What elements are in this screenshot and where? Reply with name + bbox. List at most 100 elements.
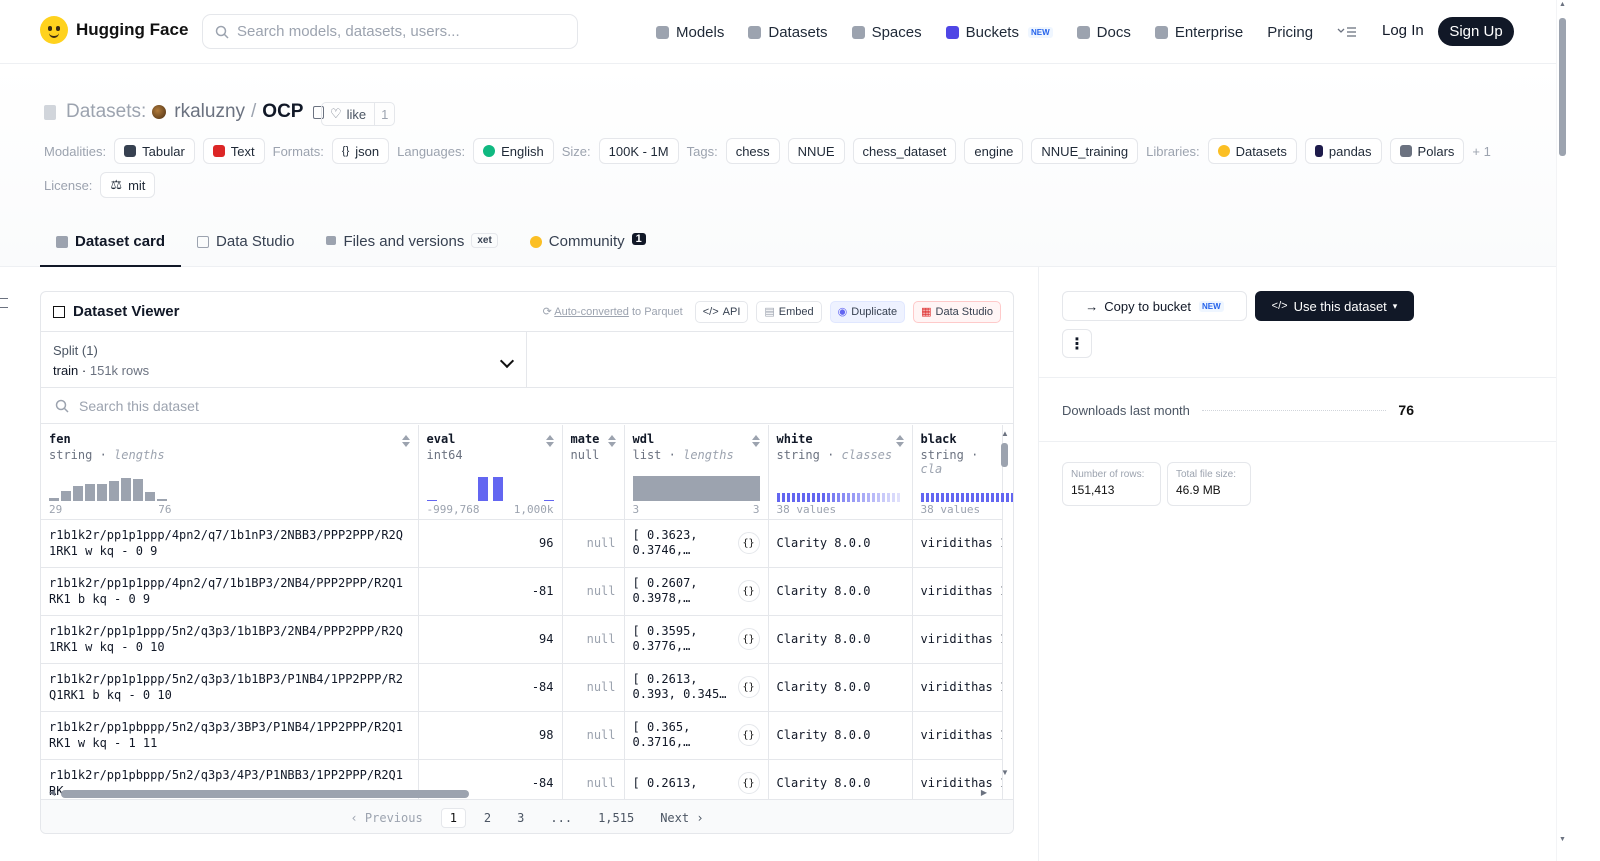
cell-mate[interactable]: null [562,711,625,760]
table-horizontal-scrollbar[interactable]: ◀ ▶ [49,788,999,799]
tab-dataset-card[interactable]: Dataset card [40,230,182,267]
cell-fen[interactable]: r1b1k2r/pp1p1ppp/5n2/q3p3/1b1BP3/P1NB4/1… [41,663,419,712]
cell-mate[interactable]: null [562,615,625,664]
page-button[interactable]: 1,515 [590,809,642,827]
cell-white[interactable]: Clarity 8.0.0 [768,519,913,568]
dataset-name[interactable]: OCP [262,101,303,123]
cell-eval[interactable]: 94 [418,615,563,664]
cell-fen[interactable]: r1b1k2r/pp1pbppp/5n2/q3p3/3BP3/P1NB4/1PP… [41,711,419,760]
sort-icon[interactable] [895,435,904,447]
cell-black[interactable]: viridithas 1 [912,663,1003,712]
global-search-input[interactable]: Search models, datasets, users... [202,14,578,49]
tab-data-studio[interactable]: Data Studio [181,230,310,267]
expand-json-icon[interactable]: {} [737,580,760,602]
tab-community[interactable]: Community 1 [514,230,662,267]
tag-tabular[interactable]: Tabular [114,138,195,164]
cell-eval[interactable]: 98 [418,711,563,760]
cell-black[interactable]: viridithas 1 [912,615,1003,664]
table-vertical-scrollbar[interactable]: ▲ ▼ [1001,429,1009,777]
nav-models[interactable]: Models [656,24,724,41]
column-header-eval[interactable]: eval int64 -999,768 1,000k [418,425,563,520]
column-header-fen[interactable]: fen string · lengths 29 76 [41,425,419,520]
next-page-button[interactable]: Next › [652,809,711,827]
table-row[interactable]: r1b1k2r/pp1p1ppp/5n2/q3p3/1b1BP3/P1NB4/1… [41,663,1003,712]
tag-nnue-training[interactable]: NNUE_training [1031,138,1139,164]
column-header-wdl[interactable]: wdl list · lengths 33 [624,425,769,520]
cell-mate[interactable]: null [562,663,625,712]
cell-white[interactable]: Clarity 8.0.0 [768,615,913,664]
cell-white[interactable]: Clarity 8.0.0 [768,567,913,616]
tag-nnue[interactable]: NNUE [787,138,845,164]
nav-docs[interactable]: Docs [1076,24,1131,41]
more-menu-button[interactable] [1337,26,1357,38]
table-row[interactable]: r1b1k2r/pp1p1ppp/4pn2/q7/1b1BP3/2NB4/PPP… [41,567,1003,616]
cell-black[interactable]: viridithas 1 [912,567,1003,616]
cell-wdl[interactable]: [ 0.365, 0.3716,… {} [624,711,769,760]
tag-size[interactable]: 100K - 1M [598,138,679,164]
page-button[interactable]: 3 [509,809,532,827]
column-header-black[interactable]: black string · cla 38 values [912,425,1013,520]
nav-datasets[interactable]: Datasets [748,24,828,41]
sort-icon[interactable] [751,435,760,447]
use-this-dataset-button[interactable]: </> Use this dataset ▾ [1255,291,1414,321]
tag-lib-pandas[interactable]: pandas [1304,138,1382,164]
api-button[interactable]: </> API [694,300,749,323]
cell-fen[interactable]: r1b1k2r/pp1p1ppp/4pn2/q7/1b1nP3/2NBB3/PP… [41,519,419,568]
cell-fen[interactable]: r1b1k2r/pp1p1ppp/5n2/q3p3/1b1BP3/2NB4/PP… [41,615,419,664]
nav-buckets[interactable]: Buckets NEW [945,24,1053,41]
cell-mate[interactable]: null [562,519,625,568]
duplicate-button[interactable]: ◉ Duplicate [829,300,906,323]
more-options-button[interactable]: ⋮ [1062,329,1092,358]
cell-fen[interactable]: r1b1k2r/pp1p1ppp/4pn2/q7/1b1BP3/2NB4/PPP… [41,567,419,616]
page-scrollbar[interactable]: ▲ ▼ [1556,0,1568,861]
tag-lib-datasets[interactable]: Datasets [1207,138,1297,164]
sort-icon[interactable] [401,435,410,447]
like-button[interactable]: ♡ like 1 [321,102,396,126]
sidebar-toggle-icon[interactable] [0,298,8,308]
tag-license[interactable]: ⚖ mit [100,172,156,198]
cell-wdl[interactable]: [ 0.2613, 0.393, 0.345… {} [624,663,769,712]
table-row[interactable]: r1b1k2r/pp1pbppp/5n2/q3p3/3BP3/P1NB4/1PP… [41,711,1003,760]
tag-json[interactable]: {} json [331,138,390,164]
tag-lib-polars[interactable]: Polars [1389,138,1465,164]
page-button[interactable]: 2 [476,809,499,827]
prev-page-button[interactable]: ‹ Previous [342,809,430,827]
copy-to-bucket-button[interactable]: → Copy to bucket NEW [1062,291,1247,321]
cell-eval[interactable]: 96 [418,519,563,568]
nav-spaces[interactable]: Spaces [851,24,922,41]
table-row[interactable]: r1b1k2r/pp1p1ppp/5n2/q3p3/1b1BP3/2NB4/PP… [41,615,1003,664]
tag-english[interactable]: English [473,138,554,164]
cell-wdl[interactable]: [ 0.2607, 0.3978,… {} [624,567,769,616]
signup-button[interactable]: Sign Up [1438,17,1514,46]
cell-white[interactable]: Clarity 8.0.0 [768,663,913,712]
cell-mate[interactable]: null [562,567,625,616]
cell-black[interactable]: viridithas 1 [912,711,1003,760]
column-header-mate[interactable]: mate null [562,425,625,520]
page-button[interactable]: 1 [440,807,466,828]
breadcrumb-org[interactable]: rkaluzny [174,101,245,123]
expand-json-icon[interactable]: {} [737,724,760,746]
brand-logo[interactable]: Hugging Face [40,16,188,44]
expand-json-icon[interactable]: {} [737,676,760,698]
cell-wdl[interactable]: [ 0.3595, 0.3776,… {} [624,615,769,664]
nav-pricing[interactable]: Pricing [1267,24,1313,41]
nav-enterprise[interactable]: Enterprise [1154,24,1243,41]
tab-files[interactable]: Files and versions xet [310,230,513,267]
cell-wdl[interactable]: [ 0.3623, 0.3746,… {} [624,519,769,568]
embed-button[interactable]: ▤ Embed [756,300,822,323]
autoconverted-link[interactable]: Auto-converted [554,306,629,318]
expand-json-icon[interactable]: {} [737,628,760,650]
cell-eval[interactable]: -81 [418,567,563,616]
sort-icon[interactable] [607,435,616,447]
table-row[interactable]: r1b1k2r/pp1p1ppp/4pn2/q7/1b1nP3/2NBB3/PP… [41,519,1003,568]
tag-text[interactable]: Text [202,138,265,164]
tag-engine[interactable]: engine [964,138,1024,164]
column-header-white[interactable]: white string · classes 38 values [768,425,913,520]
tag-chess-dataset[interactable]: chess_dataset [852,138,957,164]
data-studio-button[interactable]: ▦ Data Studio [913,300,1001,323]
cell-black[interactable]: viridithas 1 [912,519,1003,568]
split-selector[interactable]: Split (1) train · 151k rows [41,332,527,387]
libraries-more[interactable]: + 1 [1472,144,1490,159]
tag-chess[interactable]: chess [725,138,780,164]
expand-json-icon[interactable]: {} [737,532,760,554]
